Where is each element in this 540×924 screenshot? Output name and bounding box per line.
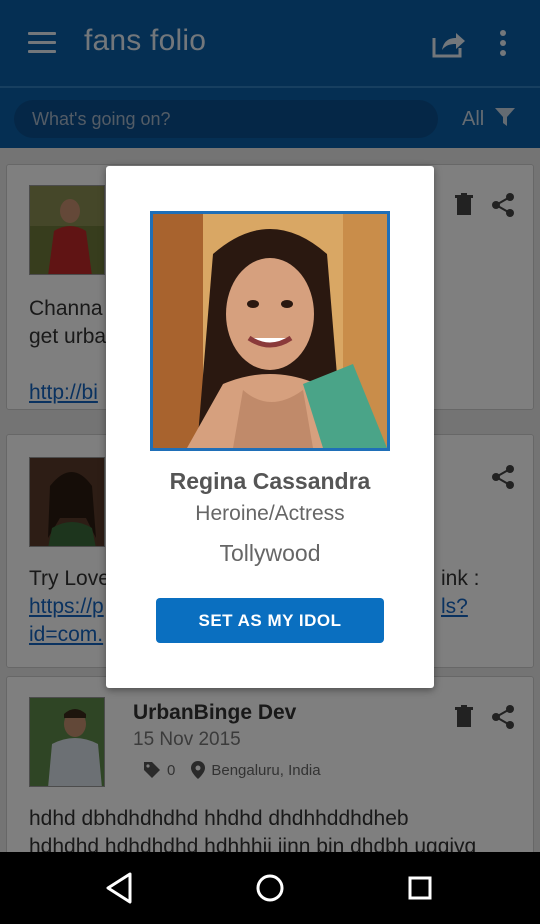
recents-icon[interactable] bbox=[402, 870, 438, 906]
set-as-idol-button[interactable]: SET AS MY IDOL bbox=[156, 598, 384, 643]
idol-dialog: Regina Cassandra Heroine/Actress Tollywo… bbox=[106, 166, 434, 688]
celebrity-role: Heroine/Actress bbox=[195, 502, 345, 525]
celebrity-name: Regina Cassandra bbox=[169, 468, 371, 494]
celebrity-industry: Tollywood bbox=[219, 540, 321, 566]
system-nav-bar bbox=[0, 852, 540, 924]
celebrity-photo bbox=[150, 211, 390, 451]
home-icon[interactable] bbox=[252, 870, 288, 906]
back-icon[interactable] bbox=[102, 870, 138, 906]
